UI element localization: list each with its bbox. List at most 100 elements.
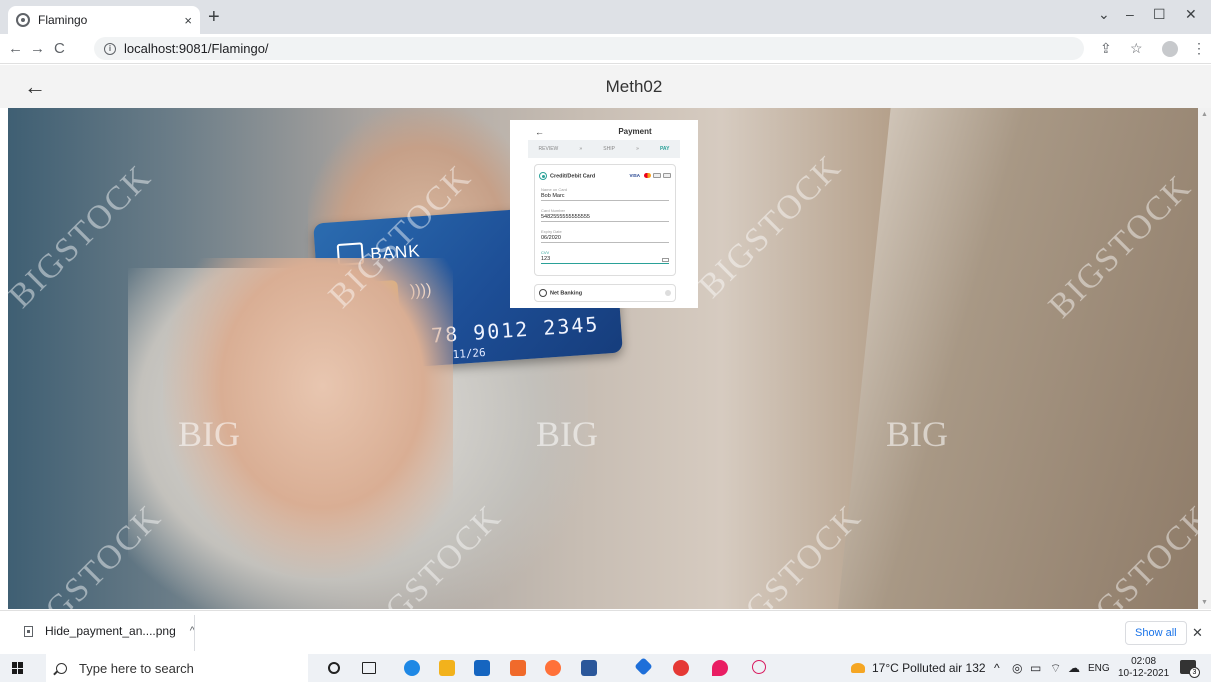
watermark-big: BIG — [886, 414, 948, 454]
onedrive-cloud-icon[interactable]: ☁ — [1068, 661, 1080, 675]
download-item[interactable]: Hide_payment_an....png ^ — [24, 624, 195, 638]
name-on-card-field[interactable]: Name on Card Bob Marc — [541, 187, 669, 201]
watermark: BIGSTOCK — [691, 148, 849, 306]
name-on-card-label: Name on Card — [541, 187, 568, 192]
mastercard-icon — [644, 173, 651, 178]
network-icon[interactable]: ◎ — [1012, 661, 1022, 675]
windows-start-icon[interactable] — [12, 662, 24, 674]
globe-icon — [16, 13, 30, 27]
notification-count-badge: 3 — [1189, 667, 1200, 678]
cvv-value[interactable]: 123 — [541, 256, 669, 264]
bookmark-star-icon[interactable]: ☆ — [1130, 40, 1143, 57]
expiry-date-field[interactable]: Expiry Date 06/2020 — [541, 229, 669, 243]
expiry-date-label: Expiry Date — [541, 229, 562, 234]
card-number-field[interactable]: Card Number 5482555555555555 — [541, 208, 669, 222]
scroll-down-icon[interactable]: ▼ — [1201, 599, 1208, 606]
cvv-field[interactable]: CVV 123 — [541, 250, 669, 264]
tab-title: Flamingo — [38, 13, 88, 27]
battery-icon[interactable]: ▭ — [1030, 661, 1041, 675]
expand-icon[interactable] — [665, 290, 671, 296]
card-option-label-row[interactable]: Credit/Debit Card — [539, 172, 595, 180]
windows-taskbar: Type here to search 17°C Polluted air 13… — [0, 654, 1211, 682]
card-brand-icons: VISA — [629, 173, 671, 178]
weather-icon[interactable] — [851, 663, 865, 673]
card-number-printed: 78 9012 2345 — [430, 311, 601, 348]
card-radio-button[interactable] — [539, 172, 547, 180]
mail-icon[interactable] — [474, 660, 490, 676]
image-file-icon — [24, 625, 33, 637]
reload-icon[interactable]: C — [54, 40, 65, 57]
page-scrollbar[interactable]: ▲ ▼ — [1198, 108, 1211, 609]
profile-avatar-icon[interactable] — [1162, 41, 1178, 57]
language-indicator[interactable]: ENG — [1088, 663, 1110, 674]
step-review: REVIEW — [538, 146, 559, 152]
cvv-label: CVV — [541, 250, 550, 255]
payment-header: ← Payment — [510, 124, 698, 138]
card-brand-icon — [653, 173, 661, 178]
tab-close-button[interactable]: × — [184, 13, 192, 28]
snipping-tool-icon[interactable] — [752, 660, 766, 674]
taskbar-search-placeholder: Type here to search — [79, 660, 194, 676]
card-payment-option[interactable]: Credit/Debit Card VISA Name on Card Bob … — [534, 164, 676, 276]
download-bar-close-button[interactable]: ✕ — [1192, 625, 1203, 641]
chrome-icon[interactable] — [673, 660, 689, 676]
taskbar-clock[interactable]: 02:08 10-12-2021 — [1118, 656, 1169, 680]
payment-panel: ← Payment REVIEW » SHIP » PAY Credit/Deb… — [510, 120, 698, 308]
watermark-big: BIG — [178, 414, 240, 454]
menu-kebab-icon[interactable]: ⋮ — [1192, 40, 1206, 57]
wifi-icon[interactable]: ⌔ — [1050, 661, 1061, 676]
show-all-button[interactable]: Show all — [1125, 621, 1187, 645]
step-pay: PAY — [659, 146, 670, 152]
cortana-icon[interactable] — [328, 662, 340, 674]
scroll-up-icon[interactable]: ▲ — [1201, 111, 1208, 118]
tab-search-button[interactable]: ⌄ — [1098, 6, 1110, 23]
paint-app-icon[interactable] — [712, 660, 728, 676]
edge-browser-icon[interactable] — [404, 660, 420, 676]
net-banking-option[interactable]: Net Banking — [534, 284, 676, 302]
notification-center-icon[interactable]: 3 — [1180, 660, 1200, 678]
card-option-label: Credit/Debit Card — [550, 173, 596, 180]
forward-icon[interactable]: → — [30, 40, 45, 57]
browser-tab-strip: Flamingo × + ⌄ – ☐ ✕ — [0, 0, 1211, 34]
step-separator: » — [636, 146, 639, 152]
download-file-name: Hide_payment_an....png — [45, 624, 176, 638]
file-explorer-icon[interactable] — [439, 660, 455, 676]
word-icon[interactable] — [581, 660, 597, 676]
cvv-card-icon — [662, 258, 669, 262]
card-brand-icon — [663, 173, 671, 178]
net-banking-label-row[interactable]: Net Banking — [539, 289, 582, 297]
download-bar: Hide_payment_an....png ^ Show all ✕ — [0, 610, 1211, 654]
app-diamond-icon[interactable] — [634, 657, 653, 676]
share-icon[interactable]: ⇪ — [1100, 40, 1112, 57]
url-text: localhost:9081/Flamingo/ — [124, 41, 269, 56]
card-number-label: Card Number — [541, 208, 566, 213]
weather-text[interactable]: 17°C Polluted air 132 — [872, 661, 986, 675]
name-on-card-value[interactable]: Bob Marc — [541, 193, 669, 201]
card-number-value[interactable]: 5482555555555555 — [541, 214, 669, 222]
maximize-button[interactable]: ☐ — [1153, 6, 1166, 23]
visa-icon: VISA — [629, 173, 640, 178]
address-bar[interactable]: i localhost:9081/Flamingo/ — [94, 37, 1084, 60]
app-header: ← Meth02 — [0, 65, 1211, 108]
close-window-button[interactable]: ✕ — [1185, 6, 1197, 23]
divider — [194, 615, 195, 651]
page-title: Meth02 — [605, 77, 663, 96]
new-tab-button[interactable]: + — [208, 6, 220, 28]
hero-laptop — [838, 108, 1198, 609]
tray-expand-icon[interactable]: ^ — [994, 661, 1000, 675]
taskbar-search-box[interactable]: Type here to search — [46, 654, 308, 682]
net-banking-radio-button[interactable] — [539, 289, 547, 297]
search-icon — [56, 662, 67, 674]
step-ship: SHIP — [603, 146, 615, 152]
watermark-big: BIG — [536, 414, 598, 454]
back-icon[interactable]: ← — [8, 40, 23, 57]
office-app-icon[interactable] — [510, 660, 526, 676]
clock-date: 10-12-2021 — [1118, 668, 1170, 679]
site-info-icon[interactable]: i — [104, 42, 116, 55]
firefox-icon[interactable] — [545, 660, 561, 676]
expiry-date-value[interactable]: 06/2020 — [541, 235, 669, 243]
browser-tab[interactable]: Flamingo × — [8, 6, 200, 34]
minimize-button[interactable]: – — [1126, 6, 1134, 22]
browser-toolbar: ← → C i localhost:9081/Flamingo/ ⇪ ☆ ⋮ — [0, 34, 1211, 64]
task-view-icon[interactable] — [362, 662, 376, 674]
